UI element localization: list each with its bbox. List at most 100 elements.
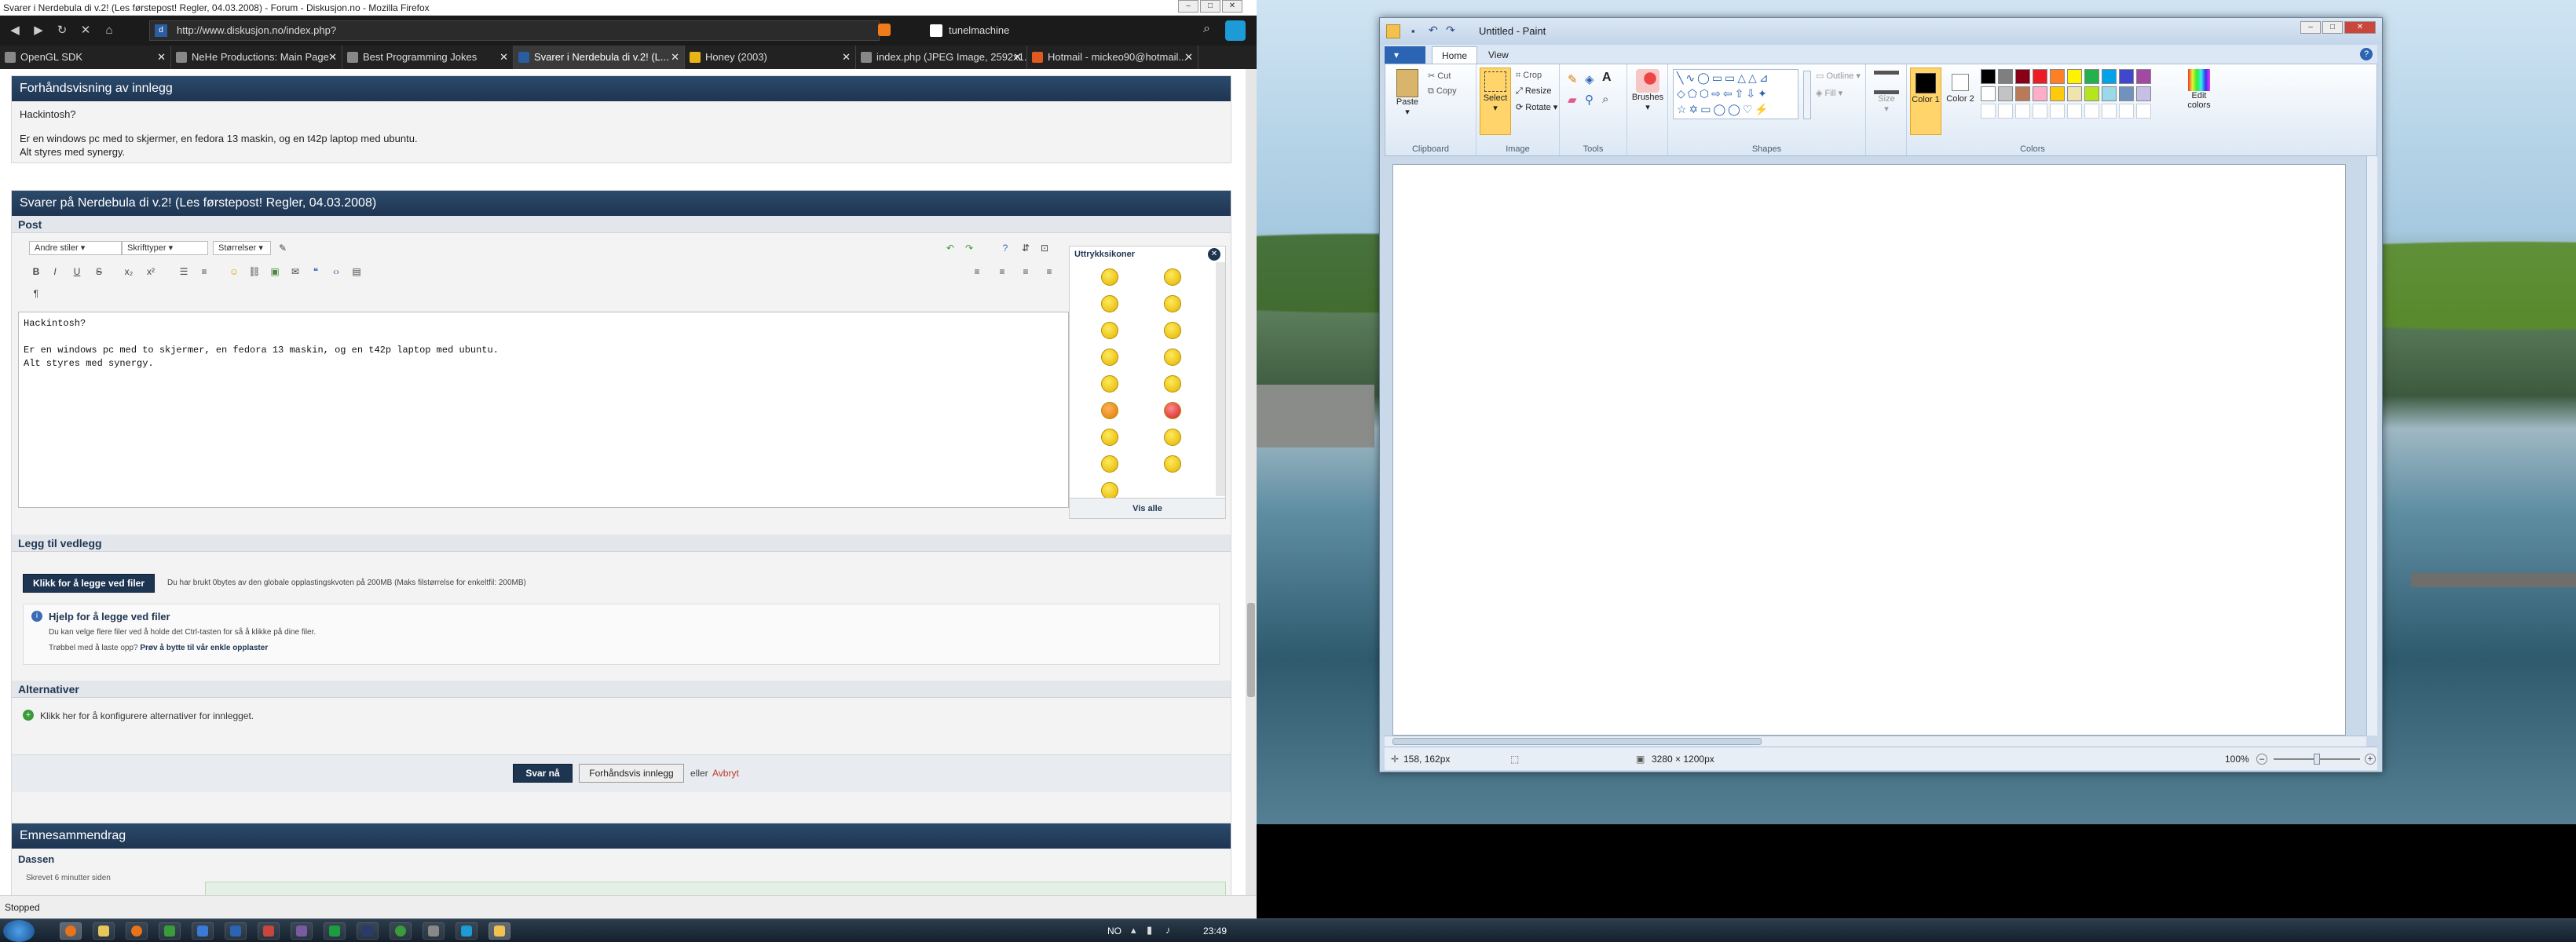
palette-swatch[interactable] — [2067, 104, 2082, 119]
submit-reply-button[interactable]: Svar nå — [513, 764, 573, 783]
clear-format-icon[interactable]: ✎ — [276, 241, 290, 255]
palette-swatch[interactable] — [2119, 86, 2134, 101]
smiley-icon[interactable] — [1164, 429, 1181, 446]
page-scrollbar[interactable] — [1246, 69, 1257, 895]
brushes-button[interactable]: Brushes ▾ — [1629, 69, 1667, 112]
fill-icon[interactable]: ◈ — [1585, 72, 1594, 86]
palette-swatch[interactable] — [2067, 69, 2082, 84]
taskbar-firefox[interactable] — [60, 922, 82, 940]
smiley-icon[interactable] — [1164, 375, 1181, 392]
volume-icon[interactable]: ♪ — [1165, 924, 1171, 936]
palette-swatch[interactable] — [2084, 86, 2099, 101]
help-icon[interactable]: ? — [998, 241, 1012, 255]
start-button[interactable] — [3, 920, 35, 942]
subscript-icon[interactable]: x₂ — [122, 265, 136, 279]
horizontal-scrollbar-thumb[interactable] — [1392, 738, 1762, 745]
align-right-icon[interactable]: ≡ — [1019, 265, 1033, 279]
taskbar-app[interactable] — [225, 922, 247, 940]
taskbar-app[interactable] — [192, 922, 214, 940]
taskbar-app[interactable] — [324, 922, 346, 940]
zoom-in-button[interactable]: + — [2365, 754, 2376, 765]
outline-button[interactable]: ▭ Outline ▾ — [1816, 71, 1861, 81]
size-button[interactable]: Size ▾ — [1869, 71, 1904, 114]
smiley-icon[interactable] — [1101, 429, 1118, 446]
superscript-icon[interactable]: x² — [144, 265, 158, 279]
image-icon[interactable]: ▣ — [268, 265, 282, 279]
palette-swatch[interactable] — [2102, 69, 2117, 84]
preview-post-button[interactable]: Forhåndsvis innlegg — [579, 764, 684, 783]
taskbar-app[interactable] — [423, 922, 445, 940]
smiley-icon[interactable] — [1101, 402, 1118, 419]
tab-view[interactable]: View — [1479, 46, 1518, 64]
smiley-icon[interactable] — [1164, 322, 1181, 339]
justify-icon[interactable]: ≡ — [1042, 265, 1056, 279]
simple-uploader-link[interactable]: Prøv å bytte til vår enkle opplaster — [140, 644, 268, 652]
tray-expand-icon[interactable]: ▴ — [1131, 924, 1136, 937]
smiley-icon[interactable] — [1101, 482, 1118, 499]
close-smileys-icon[interactable]: ✕ — [1208, 248, 1220, 261]
color1-button[interactable]: Color 1 — [1910, 68, 1941, 135]
page-scrollbar-thumb[interactable] — [1247, 603, 1255, 697]
palette-swatch[interactable] — [2119, 104, 2134, 119]
horizontal-scrollbar[interactable] — [1385, 736, 2366, 747]
forward-icon[interactable]: ▶ — [30, 22, 47, 39]
summary-username[interactable]: Dassen — [18, 853, 54, 865]
skype-icon[interactable] — [1225, 20, 1246, 41]
undo-icon[interactable]: ↶ — [943, 241, 957, 255]
palette-swatch[interactable] — [2015, 104, 2030, 119]
palette-swatch[interactable] — [2033, 104, 2047, 119]
link-icon[interactable]: ⛓ — [247, 265, 262, 279]
palette-swatch[interactable] — [2136, 86, 2151, 101]
reload-icon[interactable]: ↻ — [53, 22, 71, 39]
tab-honey[interactable]: Honey (2003) ✕ — [685, 46, 856, 69]
eraser-icon[interactable]: ▰ — [1568, 93, 1577, 107]
help-icon[interactable]: ? — [2360, 48, 2373, 60]
smiley-icon[interactable] — [1164, 402, 1181, 419]
vertical-scrollbar[interactable] — [2366, 156, 2377, 736]
smiley-icon[interactable] — [1164, 455, 1181, 473]
taskbar-skype[interactable] — [456, 922, 478, 940]
italic-icon[interactable]: I — [48, 265, 62, 279]
drawing-canvas[interactable] — [1392, 164, 2346, 736]
strikethrough-icon[interactable]: S — [92, 265, 106, 279]
resize-button[interactable]: ⤢ Resize — [1516, 86, 1551, 97]
source-icon[interactable]: ⊡ — [1037, 241, 1052, 255]
tab-nehe[interactable]: NeHe Productions: Main Page ✕ — [171, 46, 342, 69]
taskbar-app[interactable] — [291, 922, 313, 940]
search-bar[interactable]: tunelmachine — [927, 20, 1225, 41]
palette-swatch[interactable] — [1981, 86, 1996, 101]
smiley-icon[interactable] — [1101, 375, 1118, 392]
palette-swatch[interactable] — [2050, 86, 2065, 101]
shapes-scroll[interactable] — [1803, 71, 1811, 119]
palette-swatch[interactable] — [2119, 69, 2134, 84]
tab-diskusjon[interactable]: Svarer i Nerdebula di v.2! (L... ✕ — [514, 46, 685, 69]
tab-close-icon[interactable]: ✕ — [842, 46, 851, 69]
tab-home[interactable]: Home — [1432, 46, 1478, 64]
code-icon[interactable]: ‹› — [329, 265, 343, 279]
palette-swatch[interactable] — [2050, 69, 2065, 84]
quick-undo-icon[interactable]: ↶ — [1429, 24, 1438, 37]
rotate-button[interactable]: ⟳ Rotate ▾ — [1516, 102, 1557, 112]
smiley-icon[interactable] — [1101, 322, 1118, 339]
palette-swatch[interactable] — [2067, 86, 2082, 101]
tab-close-icon[interactable]: ✕ — [671, 46, 679, 69]
attach-files-button[interactable]: Klikk for å legge ved filer — [23, 574, 155, 593]
pencil-icon[interactable]: ✎ — [1568, 72, 1578, 86]
cancel-link[interactable]: Avbryt — [712, 768, 739, 779]
underline-icon[interactable]: U — [70, 265, 84, 279]
numbered-list-icon[interactable]: ≡ — [197, 265, 211, 279]
palette-swatch[interactable] — [2050, 104, 2065, 119]
smiley-icon[interactable] — [1101, 455, 1118, 473]
tab-close-icon[interactable]: ✕ — [1184, 46, 1193, 69]
palette-swatch[interactable] — [2015, 69, 2030, 84]
url-bar[interactable]: d http://www.diskusjon.no/index.php? — [149, 20, 880, 41]
quick-redo-icon[interactable]: ↷ — [1446, 24, 1455, 37]
palette-swatch[interactable] — [1981, 104, 1996, 119]
taskbar-app[interactable] — [126, 922, 148, 940]
close-button[interactable]: ✕ — [2344, 21, 2376, 34]
emoticon-icon[interactable]: ☺ — [227, 265, 241, 279]
palette-swatch[interactable] — [1998, 69, 2013, 84]
select-button[interactable]: Select ▾ — [1480, 68, 1511, 135]
size-select[interactable]: Størrelser ▾ — [213, 241, 271, 255]
close-button[interactable]: ✕ — [1222, 0, 1242, 13]
